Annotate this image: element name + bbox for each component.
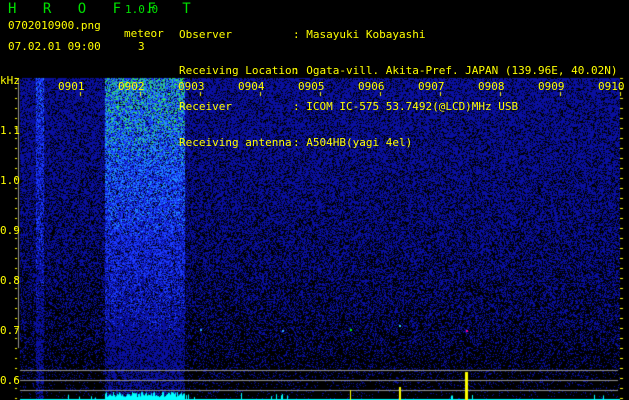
y-tick-label: 0.9 <box>0 224 20 237</box>
datetime: 07.02.01 09:00 <box>8 40 101 53</box>
time-label: 0905 <box>298 80 325 93</box>
antenna-value: : A504HB(yagi 4el) <box>293 136 413 149</box>
meteor-label: meteor <box>124 27 164 40</box>
antenna-label: Receiving antenna <box>179 136 292 149</box>
app-logo: H R O F F T <box>8 1 200 17</box>
location-value: : Ogata-vill. Akita-Pref. JAPAN (139.96E… <box>293 64 618 77</box>
version: 1.0.0 <box>125 3 159 16</box>
time-label: 0902 <box>118 80 145 93</box>
time-label: 0908 <box>478 80 505 93</box>
time-label: 0907 <box>418 80 445 93</box>
y-tick-label: 0.8 <box>0 274 20 287</box>
y-unit: kHz <box>0 74 20 87</box>
info-values: : Masayuki Kobayashi : Ogata-vill. Akita… <box>293 5 618 161</box>
time-label: 0901 <box>58 80 85 93</box>
receiver-value: : ICOM IC-575 53.7492(@LCD)MHz USB <box>293 100 519 113</box>
filename: 0702010900.png <box>8 19 101 32</box>
y-tick-label: 1.1 <box>0 124 20 137</box>
time-label: 0909 <box>538 80 565 93</box>
time-label: 0904 <box>238 80 265 93</box>
observer-label: Observer <box>179 28 232 41</box>
y-tick-label: 0.6 <box>0 374 20 387</box>
observer-value: : Masayuki Kobayashi <box>293 28 426 41</box>
time-label: 0910 <box>598 80 625 93</box>
location-label: Receiving Location <box>179 64 299 77</box>
time-label: 0906 <box>358 80 385 93</box>
y-tick-label: 0.7 <box>0 324 20 337</box>
meteor-count: 3 <box>138 40 145 53</box>
time-label: 0903 <box>178 80 205 93</box>
receiver-label: Receiver <box>179 100 232 113</box>
y-tick-label: 1.0 <box>0 174 20 187</box>
